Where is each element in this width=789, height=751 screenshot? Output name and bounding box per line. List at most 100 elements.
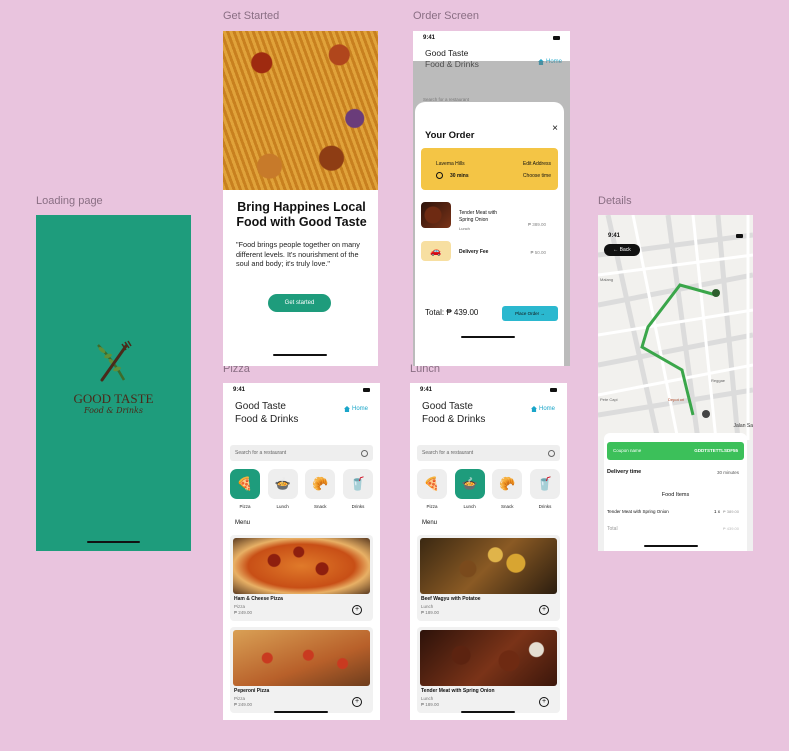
order-details-sheet: Coupon name GDDTSTETTLSDF55 Delivery tim… bbox=[604, 433, 747, 551]
home-icon bbox=[530, 406, 537, 412]
menu-card[interactable]: Beef Wagyu with Potatoe Lunch ₱ 189.00 + bbox=[417, 535, 560, 621]
status-time: 9:41 bbox=[420, 387, 433, 393]
ham-cheese-pizza-image bbox=[233, 538, 370, 594]
headline: Bring Happines Local Food with Good Tast… bbox=[236, 200, 367, 229]
detail-item-name: Tender Meat with Spring Onion bbox=[607, 509, 669, 514]
menu-item-price: ₱ 189.00 bbox=[421, 610, 440, 615]
bowl-icon: 🍲 bbox=[267, 469, 298, 499]
map-label-malang: Malang bbox=[600, 277, 614, 282]
croissant-icon: 🥐 bbox=[305, 469, 336, 499]
logo-title: GOOD TASTE bbox=[73, 391, 154, 406]
delivery-time-value: 30 minutes bbox=[716, 470, 739, 475]
frame-label-loading: Loading page bbox=[36, 195, 103, 207]
details-screen: Jalan Sa Pete Capi Depot ori Reggae Mala… bbox=[598, 215, 753, 551]
pizza-icon: 🍕 bbox=[417, 469, 447, 499]
battery-icon bbox=[553, 36, 560, 40]
add-to-cart-icon[interactable]: + bbox=[539, 697, 549, 707]
order-item-category: Lunch bbox=[459, 226, 470, 231]
menu-label: Menu bbox=[422, 520, 438, 526]
map-label-jalan: Jalan Sa bbox=[733, 423, 753, 429]
map-label-reggae: Reggae bbox=[711, 378, 726, 383]
home-indicator bbox=[273, 354, 327, 356]
choose-time-link[interactable]: Choose time bbox=[523, 173, 551, 179]
map-label-pete: Pete Capi bbox=[600, 397, 618, 402]
brand-line2: Food & Drinks bbox=[235, 414, 299, 425]
home-icon bbox=[343, 406, 350, 412]
fork-leaf-logo-icon bbox=[97, 340, 132, 382]
battery-icon bbox=[363, 388, 370, 392]
coupon-label: Coupon name bbox=[613, 448, 642, 453]
menu-item-name: Peperoni Pizza bbox=[234, 688, 270, 694]
category-pizza[interactable]: 🍕 Pizza bbox=[414, 469, 450, 509]
place-order-button[interactable]: Place Order → bbox=[502, 306, 558, 321]
category-drinks[interactable]: 🥤 Drinks bbox=[340, 469, 376, 509]
battery-icon bbox=[550, 388, 557, 392]
order-screen: 9:41 Good Taste Food & Drinks Home Searc… bbox=[413, 31, 570, 366]
detail-item-qty: 1 x bbox=[713, 509, 720, 514]
get-started-button[interactable]: Get started bbox=[268, 294, 331, 312]
food-items-label: Food Items bbox=[661, 492, 690, 498]
search-icon bbox=[548, 449, 555, 457]
add-to-cart-icon[interactable]: + bbox=[539, 605, 549, 615]
category-pizza[interactable]: 🍕 Pizza bbox=[227, 469, 263, 509]
menu-item-price: ₱ 189.00 bbox=[421, 702, 440, 707]
back-button[interactable]: ← Back bbox=[604, 244, 640, 256]
detail-total-label: Total bbox=[607, 526, 618, 532]
category-lunch[interactable]: 🍲 Lunch bbox=[452, 469, 488, 509]
home-indicator bbox=[87, 541, 140, 543]
category-snack[interactable]: 🥐 Snack bbox=[489, 469, 525, 509]
menu-item-price: ₱ 249.00 bbox=[234, 702, 253, 707]
detail-item-price: ₱ 389.00 bbox=[722, 509, 739, 514]
status-time: 9:41 bbox=[608, 233, 621, 239]
menu-card[interactable]: Ham & Cheese Pizza Pizza ₱ 249.00 + bbox=[230, 535, 373, 621]
menu-card[interactable]: Tender Meat with Spring Onion Lunch ₱ 189… bbox=[417, 627, 560, 713]
status-time: 9:41 bbox=[233, 387, 246, 393]
close-icon[interactable]: × bbox=[552, 123, 558, 134]
frame-label-details: Details bbox=[598, 195, 632, 207]
menu-item-price: ₱ 249.00 bbox=[234, 610, 253, 615]
status-time: 9:41 bbox=[423, 35, 436, 41]
cup-icon: 🥤 bbox=[529, 469, 560, 499]
add-to-cart-icon[interactable]: + bbox=[352, 605, 362, 615]
menu-item-name: Tender Meat with Spring Onion bbox=[421, 688, 495, 694]
pizza-icon: 🍕 bbox=[230, 469, 260, 499]
loading-screen: GOOD TASTE Food & Drinks bbox=[36, 215, 191, 551]
order-sheet: Your Order × Lavema Hills Edit Address 3… bbox=[415, 102, 564, 366]
menu-item-name: Ham & Cheese Pizza bbox=[234, 596, 283, 602]
menu-item-name: Beef Wagyu with Potatoe bbox=[421, 596, 481, 602]
home-link[interactable]: Home bbox=[530, 406, 555, 412]
category-snack[interactable]: 🥐 Snack bbox=[302, 469, 338, 509]
coupon-code: GDDTSTETTLSDF55 bbox=[694, 448, 738, 453]
edit-address-link[interactable]: Edit Address bbox=[523, 161, 551, 167]
address-card[interactable]: Lavema Hills Edit Address 30 mins Choose… bbox=[421, 148, 558, 190]
add-to-cart-icon[interactable]: + bbox=[352, 697, 362, 707]
coupon-bar: Coupon name GDDTSTETTLSDF55 bbox=[607, 442, 744, 460]
order-item-name: Tender Meat with Spring Onion bbox=[459, 210, 498, 223]
tender-meat-image bbox=[420, 630, 557, 686]
order-item-price: ₱ 389.00 bbox=[527, 222, 546, 227]
quote: "Food brings people together on many dif… bbox=[236, 240, 360, 268]
eta-text: 30 mins bbox=[450, 173, 469, 179]
menu-card[interactable]: Peperoni Pizza Pizza ₱ 249.00 + bbox=[230, 627, 373, 713]
home-link[interactable]: Home bbox=[343, 406, 368, 412]
cup-icon: 🥤 bbox=[342, 469, 373, 499]
logo-subtitle: Food & Drinks bbox=[84, 406, 143, 415]
battery-icon bbox=[736, 234, 743, 238]
category-lunch[interactable]: 🍲 Lunch bbox=[265, 469, 301, 509]
menu-label: Menu bbox=[235, 520, 251, 526]
map-label-depot: Depot ori bbox=[668, 397, 685, 402]
search-input[interactable]: Search for a restaurant bbox=[230, 445, 373, 461]
delivery-time-label: Delivery time bbox=[607, 469, 642, 475]
pizza-screen: 9:41 Good Taste Food & Drinks Home Searc… bbox=[223, 383, 380, 720]
clock-icon bbox=[436, 172, 443, 179]
category-drinks[interactable]: 🥤 Drinks bbox=[527, 469, 563, 509]
home-indicator bbox=[461, 336, 515, 338]
delivery-label: Delivery Fee bbox=[459, 249, 489, 255]
brand-line1: Good Taste bbox=[235, 401, 286, 412]
brand-line1: Good Taste bbox=[425, 48, 469, 58]
detail-total-value: ₱ 439.00 bbox=[722, 526, 739, 531]
order-item-image bbox=[421, 202, 451, 228]
delivery-icon: 🚗 bbox=[421, 241, 451, 261]
location-text: Lavema Hills bbox=[436, 161, 465, 167]
search-input[interactable]: Search for a restaurant bbox=[417, 445, 560, 461]
